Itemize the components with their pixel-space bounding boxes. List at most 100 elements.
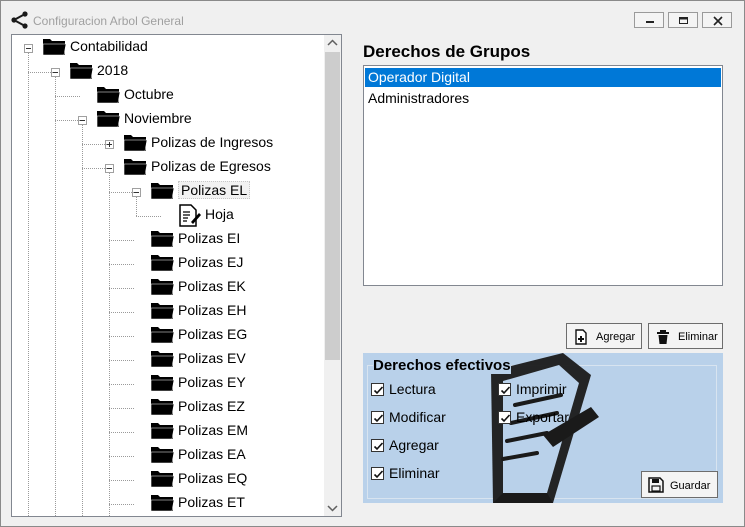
tree-node-label: Polizas EQ: [178, 470, 248, 486]
tree-node[interactable]: Polizas EQ: [12, 467, 324, 489]
folder-icon: [123, 159, 148, 176]
tree-node-label: Noviembre: [124, 110, 192, 126]
folder-icon: [150, 375, 175, 392]
maximize-button[interactable]: [668, 12, 698, 28]
floppy-disk-icon: [648, 477, 664, 493]
tree-node[interactable]: Polizas de Ingresos: [12, 131, 324, 153]
tree-connector-h: [109, 432, 134, 433]
tree-connector-h: [136, 216, 161, 217]
groups-list[interactable]: Operador Digital Administradores: [363, 65, 723, 286]
tree-node[interactable]: Polizas EZ: [12, 395, 324, 417]
checkmark-icon: [373, 470, 384, 479]
save-button[interactable]: Guardar: [641, 471, 718, 498]
tree-connector-h: [109, 192, 134, 193]
tree-node-label: Polizas de Ingresos: [151, 134, 274, 150]
tree-connector-h: [82, 168, 107, 169]
trash-icon: [657, 330, 669, 344]
tree-node-label: Polizas EA: [178, 446, 246, 462]
scroll-thumb[interactable]: [325, 52, 340, 360]
tree-connector-v: [82, 125, 83, 516]
tree-node-label: Polizas EY: [178, 374, 246, 390]
tree-connector-h: [55, 96, 80, 97]
tree-node[interactable]: Polizas EV: [12, 347, 324, 369]
tree-connector-v: [55, 77, 56, 516]
tree-connector-h: [82, 144, 107, 145]
tree-connector-h: [109, 360, 134, 361]
effective-rights-panel: Derechos efectivos Lectura Imprimir Modi…: [363, 353, 723, 503]
window-title: Configuracion Arbol General: [33, 14, 184, 28]
checkbox-imprimir-box[interactable]: [498, 383, 511, 396]
checkbox-imprimir-label: Imprimir: [516, 381, 567, 397]
tree-node-label: 2018: [97, 62, 129, 78]
signed-document-watermark-icon: [491, 353, 599, 503]
tree-node[interactable]: Polizas de Egresos: [12, 155, 324, 177]
tree-node[interactable]: Polizas EK: [12, 275, 324, 297]
checkbox-lectura-box[interactable]: [371, 383, 384, 396]
tree-node[interactable]: Polizas EH: [12, 299, 324, 321]
checkbox-eliminar-box[interactable]: [371, 467, 384, 480]
checkbox-exportar-label: Exportar: [516, 409, 569, 425]
close-button[interactable]: [702, 12, 732, 28]
add-group-button[interactable]: Agregar: [566, 323, 642, 349]
folder-icon: [150, 183, 175, 200]
tree-connector-h: [109, 240, 134, 241]
tree-node-label: Polizas EL: [178, 181, 251, 199]
tree-connector-h: [109, 480, 134, 481]
minimize-button[interactable]: [634, 12, 664, 28]
list-item-operador-digital[interactable]: Operador Digital: [365, 68, 721, 87]
delete-group-button[interactable]: Eliminar: [648, 323, 723, 349]
tree-node-label: Polizas EJ: [178, 254, 244, 270]
save-label: Guardar: [670, 480, 711, 492]
tree-node-label: Polizas EM: [178, 422, 249, 438]
list-item-administradores[interactable]: Administradores: [365, 89, 721, 108]
tree-node-label: Polizas de Egresos: [151, 158, 271, 174]
title-bar: Configuracion Arbol General: [1, 1, 744, 33]
tree-node[interactable]: Polizas EM: [12, 419, 324, 441]
tree-node-label: Polizas EZ: [178, 398, 245, 414]
folder-icon: [42, 39, 67, 56]
main-window: Configuracion Arbol General Polizas ET Po…: [0, 0, 745, 527]
tree-node-label: Polizas EH: [178, 302, 247, 318]
tree-node[interactable]: Polizas EJ: [12, 251, 324, 273]
checkbox-agregar-box[interactable]: [371, 439, 384, 452]
tree-node[interactable]: Contabilidad: [12, 35, 324, 57]
tree-node-label: Contabilidad: [70, 38, 148, 54]
folder-icon: [96, 87, 121, 104]
tree-connector-v: [28, 53, 29, 516]
tree-scrollbar[interactable]: [324, 35, 341, 516]
checkbox-exportar-box[interactable]: [498, 411, 511, 424]
folder-icon: [150, 471, 175, 488]
folder-icon: [150, 351, 175, 368]
tree-node[interactable]: Polizas ET: [12, 491, 324, 513]
scroll-up-icon[interactable]: [324, 35, 341, 52]
tree-node[interactable]: Octubre: [12, 83, 324, 105]
checkmark-icon: [373, 414, 384, 423]
tree-node-label: Octubre: [124, 86, 174, 102]
tree-node[interactable]: Polizas EL: [12, 179, 324, 201]
tree-node[interactable]: 2018: [12, 59, 324, 81]
delete-group-label: Eliminar: [678, 331, 718, 343]
folder-icon: [150, 399, 175, 416]
scroll-down-icon[interactable]: [324, 499, 341, 516]
tree-connector-h: [109, 504, 134, 505]
checkbox-agregar-label: Agregar: [389, 437, 439, 453]
checkmark-icon: [500, 386, 511, 395]
checkbox-lectura-label: Lectura: [389, 381, 436, 397]
tree-connector-v: [136, 197, 137, 216]
tree-connector-h: [109, 312, 134, 313]
tree-node[interactable]: Noviembre: [12, 107, 324, 129]
tree-connector-h: [109, 384, 134, 385]
tree-node[interactable]: Polizas EG: [12, 323, 324, 345]
folder-icon: [150, 231, 175, 248]
checkbox-modificar-box[interactable]: [371, 411, 384, 424]
tree-node[interactable]: Hoja: [12, 203, 324, 227]
tree-connector-h: [28, 72, 53, 73]
tree-node[interactable]: Polizas EY: [12, 371, 324, 393]
checkbox-modificar-label: Modificar: [389, 409, 446, 425]
add-group-label: Agregar: [596, 331, 636, 343]
tree-node[interactable]: Polizas EI: [12, 227, 324, 249]
folder-tree[interactable]: Polizas ET Polizas EQ Polizas EA Polizas EM…: [11, 34, 342, 517]
collapse-icon[interactable]: [24, 44, 33, 53]
folder-icon: [150, 303, 175, 320]
tree-node[interactable]: Polizas EA: [12, 443, 324, 465]
